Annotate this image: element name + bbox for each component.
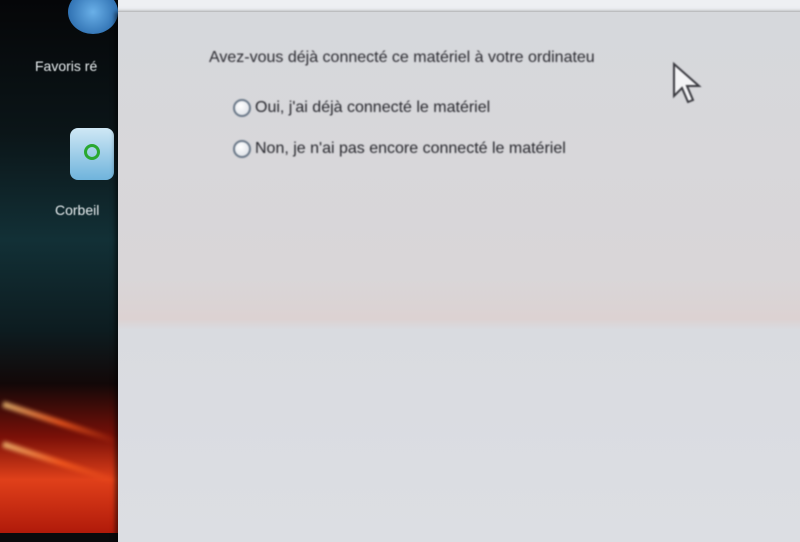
radio-button[interactable]: [233, 140, 251, 158]
wallpaper-streak: [2, 401, 120, 445]
mouse-pointer-icon: [673, 62, 702, 104]
desktop-background: Favoris ré Corbeil: [0, 0, 122, 533]
option-yes-connected[interactable]: Oui, j'ai déjà connecté le matériel: [233, 99, 490, 117]
desktop-icon-label-favorites[interactable]: Favoris ré: [35, 58, 97, 74]
recycle-bin-icon[interactable]: [70, 128, 114, 180]
favorites-icon[interactable]: [68, 0, 118, 34]
radio-button[interactable]: [233, 99, 251, 117]
wizard-question: Avez-vous déjà connecté ce matériel à vo…: [209, 49, 595, 66]
option-not-yet-connected[interactable]: Non, je n'ai pas encore connecté le maté…: [233, 140, 566, 158]
desktop-icon-label-recycle-bin[interactable]: Corbeil: [55, 202, 99, 218]
option-label: Non, je n'ai pas encore connecté le maté…: [255, 140, 566, 157]
option-label: Oui, j'ai déjà connecté le matériel: [255, 99, 491, 116]
wallpaper-streak: [2, 441, 120, 485]
